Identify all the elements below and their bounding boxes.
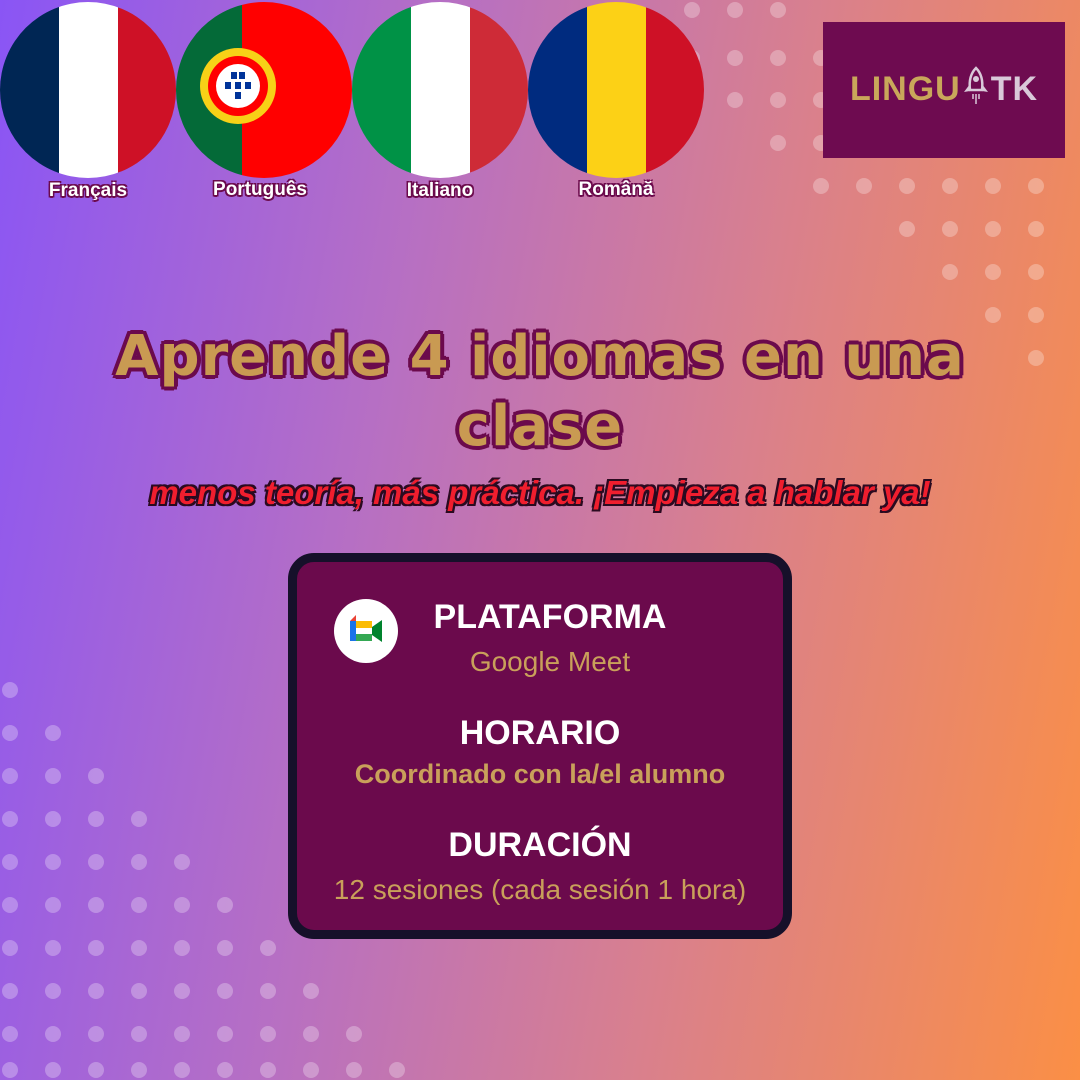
subheadline: menos teoría, más práctica. ¡Empieza a h… [149, 474, 931, 511]
logo-wordmark: LINGU TK [823, 66, 1065, 109]
google-meet-icon [334, 599, 398, 663]
platform-title: PLATAFORMA [433, 598, 667, 636]
headline: Aprende 4 idiomas en una clase [115, 324, 965, 459]
italy-flag-icon [352, 2, 528, 178]
logo-text-end: TK [990, 70, 1039, 108]
portugal-flag-icon [176, 2, 352, 178]
platform-value: Google Meet [469, 646, 631, 677]
duration-value: 12 sesiones (cada sesión 1 hora) [333, 874, 747, 905]
linguatk-logo: LINGU TK [823, 22, 1065, 158]
france-flag-icon [0, 2, 176, 178]
flag-label-francais: Français [48, 180, 128, 201]
flag-label-italiano: Italiano [406, 180, 474, 201]
romania-flag-icon [528, 2, 704, 178]
flag-label-romana: Română [578, 179, 654, 200]
logo-text-main: LINGU [849, 70, 961, 108]
schedule-value: Coordinado con la/el alumno [354, 759, 726, 789]
schedule-title: HORARIO [459, 714, 621, 752]
rocket-icon [961, 66, 991, 106]
duration-title: DURACIÓN [448, 826, 632, 864]
info-card: PLATAFORMA Google Meet HORARIO Coordinad… [288, 553, 792, 939]
flag-label-portugues: Português [213, 179, 307, 200]
